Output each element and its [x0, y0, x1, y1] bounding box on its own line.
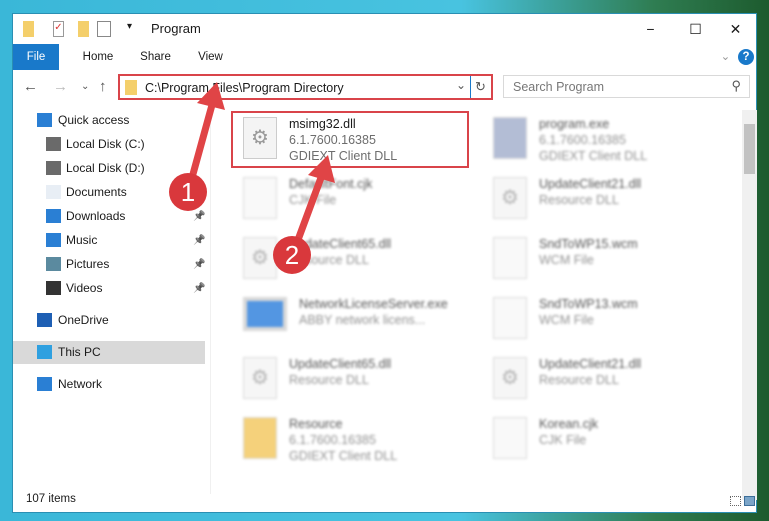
annotation-overlay: 1 2 — [169, 82, 335, 274]
step-1-label: 1 — [181, 177, 195, 207]
step-2-label: 2 — [285, 240, 299, 270]
arrow-2: 2 — [273, 155, 335, 274]
arrow-1: 1 — [169, 82, 225, 211]
